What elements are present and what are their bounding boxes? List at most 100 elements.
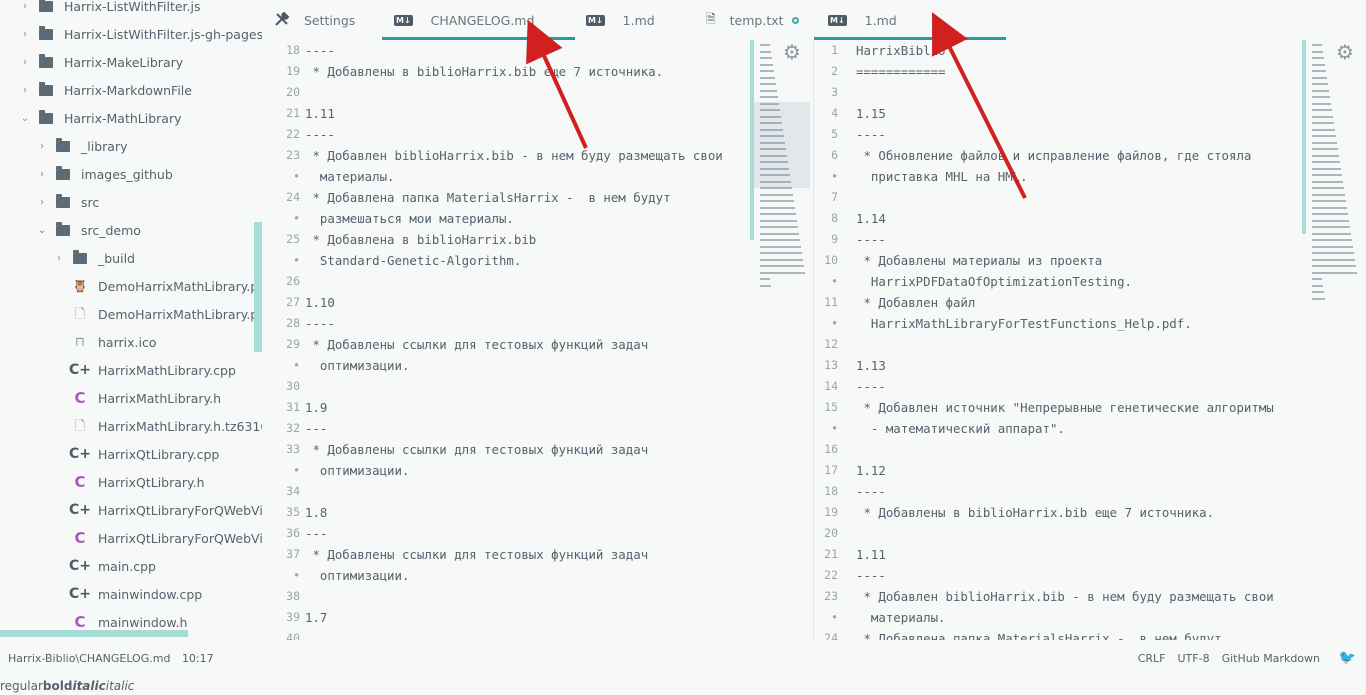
chevron-right-icon[interactable]: › [18,1,32,12]
code-line[interactable]: 20 [814,523,1366,544]
code-line[interactable]: 26 [262,271,813,292]
left-editor[interactable]: 18 ---- 19 * Добавлены в biblioHarrix.bib … [262,40,813,640]
code-line[interactable]: 29 * Добавлены ссылки для тестовых функц… [262,334,813,355]
code-line[interactable]: 36 --- [262,523,813,544]
code-line[interactable]: 40 [262,628,813,640]
code-line[interactable]: • HarrixMathLibraryForTestFunctions_Help… [814,313,1366,334]
left-minimap[interactable] [750,40,810,287]
code-line[interactable]: 13 1.13 [814,355,1366,376]
tree-file[interactable]: C+ HarrixQtLibraryForQWebView [52,496,262,524]
tab-1md-left[interactable]: M↓ 1.md [586,0,655,40]
tab-settings[interactable]: Settings [274,0,355,40]
code-line[interactable]: • размешаться мои материалы. [262,208,813,229]
tree-file[interactable]: C+ HarrixMathLibrary.cpp [52,356,236,384]
code-line[interactable]: 21 1.11 [262,103,813,124]
code-line[interactable]: 2 ============ [814,61,1366,82]
code-line[interactable]: • - математический аппарат". [814,418,1366,439]
status-encoding[interactable]: UTF-8 [1178,652,1210,665]
gear-icon[interactable]: ⚙ [783,40,801,64]
code-line[interactable]: 9 ---- [814,229,1366,250]
code-line[interactable]: 19 * Добавлены в biblioHarrix.bib еще 7 … [814,502,1366,523]
code-line[interactable]: 27 1.10 [262,292,813,313]
code-line[interactable]: 16 [814,439,1366,460]
code-line[interactable]: 15 * Добавлен источник "Непрерывные гене… [814,397,1366,418]
tree-folder[interactable]: › Harrix-ListWithFilter.js [18,0,201,20]
code-line[interactable]: 8 1.14 [814,208,1366,229]
code-line[interactable]: 3 [814,82,1366,103]
tab-changelog[interactable]: M↓ CHANGELOG.md [394,0,534,40]
code-line[interactable]: 21 1.11 [814,544,1366,565]
code-line[interactable]: • HarrixPDFDataOfOptimizationTesting. [814,271,1366,292]
code-line[interactable]: 33 * Добавлены ссылки для тестовых функц… [262,439,813,460]
chevron-right-icon[interactable]: › [18,57,32,68]
tab-temp-txt[interactable]: 🗎 temp.txt [706,0,799,40]
status-line-ending[interactable]: CRLF [1138,652,1166,665]
chevron-right-icon[interactable]: › [52,253,66,264]
tree-folder[interactable]: › Harrix-MakeLibrary [18,48,183,76]
tree-file[interactable]: C HarrixQtLibrary.h [52,468,204,496]
tree-file[interactable]: C HarrixMathLibrary.h [52,384,221,412]
tree-folder[interactable]: › images_github [35,160,173,188]
chevron-right-icon[interactable]: › [35,169,49,180]
tree-folder[interactable]: ⌄ src_demo [35,216,141,244]
gear-icon[interactable]: ⚙ [1336,40,1354,64]
status-grammar[interactable]: GitHub Markdown [1222,652,1320,665]
chevron-down-icon[interactable]: ⌄ [18,113,32,124]
tree-file[interactable]: ⊓ harrix.ico [52,328,157,356]
tree-file[interactable]: C+ mainwindow.cpp [52,580,202,608]
code-line[interactable]: 34 [262,481,813,502]
tree-folder[interactable]: › Harrix-MarkdownFile [18,76,192,104]
code-line[interactable]: 24 * Добавлена папка MaterialsHarrix - в… [814,628,1366,640]
code-line[interactable]: • приставка MHL на HML. [814,166,1366,187]
tree-file[interactable]: 🦉 DemoHarrixMathLibrary.pro [52,272,262,300]
code-line[interactable]: 39 1.7 [262,607,813,628]
code-line[interactable]: 11 * Добавлен файл [814,292,1366,313]
code-line[interactable]: 12 [814,334,1366,355]
code-line[interactable]: • оптимизации. [262,460,813,481]
tree-folder[interactable]: › _build [52,244,135,272]
tree-folder[interactable]: › Harrix-ListWithFilter.js-gh-pages [18,20,262,48]
code-line[interactable]: 19 * Добавлены в biblioHarrix.bib еще 7 … [262,61,813,82]
code-line[interactable]: 22 ---- [262,124,813,145]
tree-folder[interactable]: ⌄ Harrix-MathLibrary [18,104,181,132]
code-line[interactable]: 20 [262,82,813,103]
code-line[interactable]: 4 1.15 [814,103,1366,124]
code-line[interactable]: • оптимизации. [262,355,813,376]
code-line[interactable]: 35 1.8 [262,502,813,523]
chevron-right-icon[interactable]: › [35,197,49,208]
code-line[interactable]: 24 * Добавлена папка MaterialsHarrix - в… [262,187,813,208]
code-line[interactable]: 23 * Добавлен biblioHarrix.bib - в нем б… [262,145,813,166]
right-editor[interactable]: 1 HarrixBiblio 2 ============ 3 4 1.15 5 ---- 6 *… [814,40,1366,640]
code-line[interactable]: 28 ---- [262,313,813,334]
code-line[interactable]: 1 HarrixBiblio [814,40,1366,61]
chevron-right-icon[interactable]: › [18,29,32,40]
code-line[interactable]: 22 ---- [814,565,1366,586]
tree-file[interactable]: C HarrixQtLibraryForQWebView [52,524,262,552]
code-line[interactable]: • материалы. [814,607,1366,628]
tree-file[interactable]: C+ main.cpp [52,552,156,580]
code-line[interactable]: 30 [262,376,813,397]
chevron-down-icon[interactable]: ⌄ [35,225,49,236]
code-line[interactable]: 18 ---- [814,481,1366,502]
tree-horizontal-scrollbar[interactable] [0,630,188,637]
code-line[interactable]: 10 * Добавлены материалы из проекта [814,250,1366,271]
tree-file[interactable]: 🗋 DemoHarrixMathLibrary.pro [52,300,262,328]
code-line[interactable]: 32 --- [262,418,813,439]
chevron-right-icon[interactable]: › [35,141,49,152]
code-line[interactable]: 31 1.9 [262,397,813,418]
tab-1md-right[interactable]: M↓ 1.md [828,0,897,40]
code-line[interactable]: 18 ---- [262,40,813,61]
code-line[interactable]: 37 * Добавлены ссылки для тестовых функц… [262,544,813,565]
code-line[interactable]: 23 * Добавлен biblioHarrix.bib - в нем б… [814,586,1366,607]
status-file-path[interactable]: Harrix-Biblio\CHANGELOG.md [8,652,170,665]
right-minimap[interactable] [1302,40,1362,300]
code-line[interactable]: • Standard-Genetic-Algorithm. [262,250,813,271]
tree-folder[interactable]: › src [35,188,99,216]
tree-vertical-scrollbar[interactable] [254,222,262,352]
code-line[interactable]: 25 * Добавлена в biblioHarrix.bib [262,229,813,250]
tree-file[interactable]: C+ HarrixQtLibrary.cpp [52,440,219,468]
code-line[interactable]: • материалы. [262,166,813,187]
code-line[interactable]: • оптимизации. [262,565,813,586]
feedback-bird-icon[interactable]: 🐦 [1339,650,1356,666]
code-line[interactable]: 14 ---- [814,376,1366,397]
